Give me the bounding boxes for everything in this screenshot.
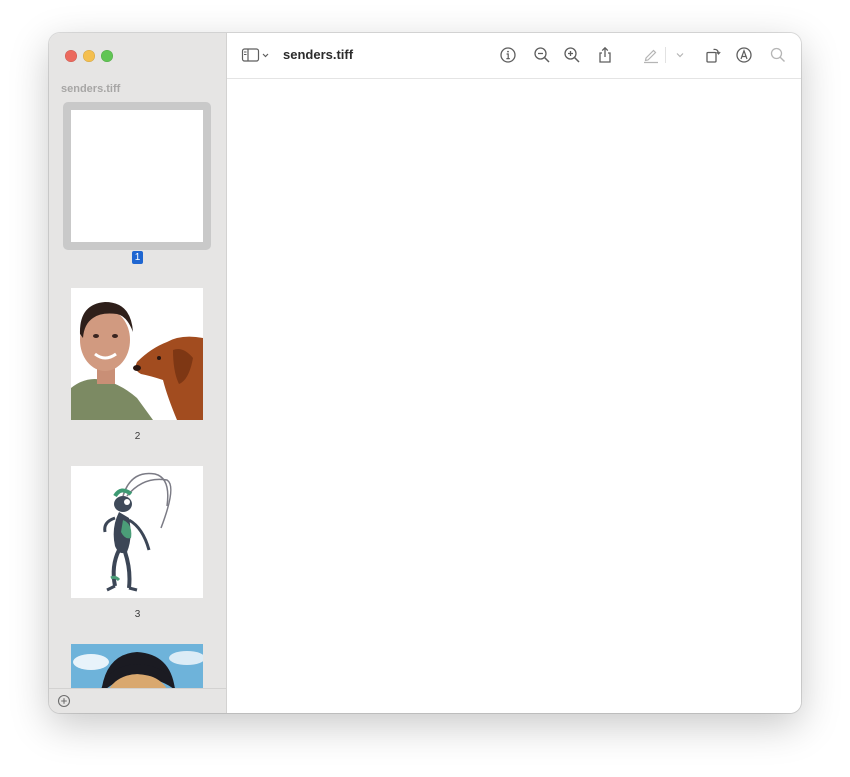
info-icon [500, 47, 516, 63]
page-thumbnail-1[interactable] [71, 110, 203, 242]
highlight-pen-icon [644, 49, 658, 64]
markup-icon [736, 47, 752, 63]
page-thumbnail-2[interactable] [71, 288, 203, 420]
search-button[interactable] [767, 44, 789, 66]
sidebar-footer [49, 688, 226, 713]
minimize-button[interactable] [83, 50, 95, 62]
close-button[interactable] [65, 50, 77, 62]
toolbar: senders.tiff [227, 33, 801, 79]
document-viewport[interactable] [227, 79, 801, 713]
zoom-out-button[interactable] [531, 44, 553, 66]
page-number-1: 1 [49, 251, 226, 264]
sidebar-toggle-button[interactable] [241, 44, 273, 66]
zoom-button[interactable] [101, 50, 113, 62]
share-icon [599, 46, 611, 63]
chevron-down-icon [262, 53, 269, 58]
chevron-down-icon [676, 53, 684, 58]
highlight-options-button[interactable] [672, 44, 688, 66]
markup-button[interactable] [733, 44, 755, 66]
page-thumbnail-3[interactable] [71, 466, 203, 598]
share-button[interactable] [594, 44, 616, 66]
preview-window: senders.tiff 1 2 3 senders.tiff [49, 33, 801, 713]
add-circle-icon[interactable] [57, 694, 71, 708]
person-sky-image [71, 644, 203, 688]
sidebar-title: senders.tiff [61, 83, 121, 95]
cricket-cartoon-image [71, 466, 203, 598]
highlight-button[interactable] [640, 44, 662, 66]
rotate-button[interactable] [702, 44, 724, 66]
toolbar-divider [665, 47, 666, 63]
document-title: senders.tiff [283, 47, 354, 62]
search-icon [770, 47, 785, 62]
sidebar: senders.tiff 1 2 3 [49, 33, 227, 713]
zoom-in-icon [564, 47, 580, 63]
page-thumbnail-4[interactable] [71, 644, 203, 688]
info-button[interactable] [497, 44, 519, 66]
sidebar-toggle-icon [241, 48, 260, 62]
page-number-2: 2 [134, 431, 141, 442]
rotate-icon [706, 48, 721, 63]
man-and-dog-image [71, 288, 203, 420]
zoom-out-icon [534, 47, 550, 63]
thumbnail-list[interactable]: 1 2 3 [49, 101, 226, 688]
zoom-in-button[interactable] [561, 44, 583, 66]
page-number-3: 3 [134, 609, 141, 620]
